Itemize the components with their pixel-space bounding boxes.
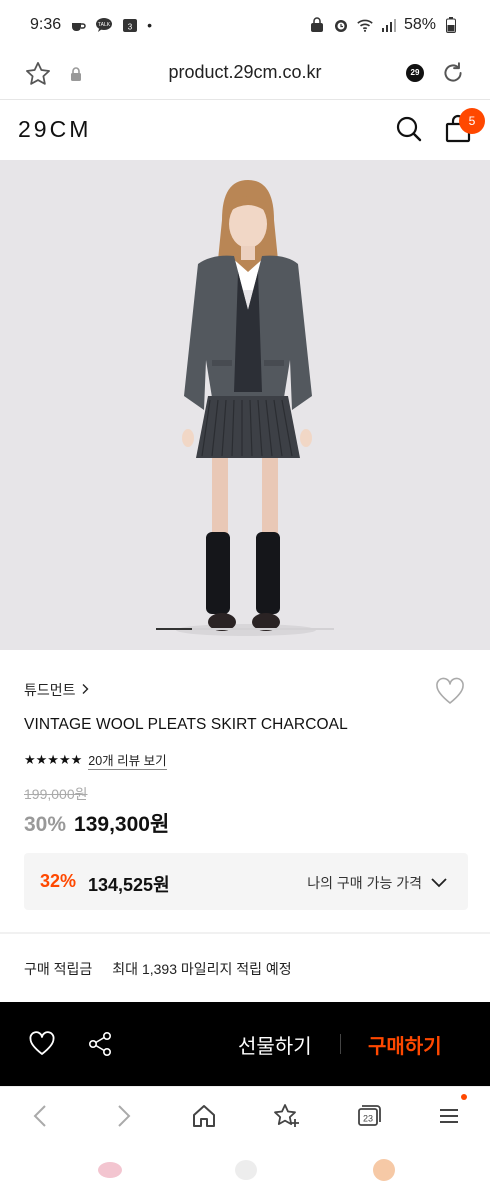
like-heart-icon[interactable] bbox=[434, 676, 466, 708]
svg-text:23: 23 bbox=[363, 1114, 373, 1124]
my-discount-rate: 32% bbox=[40, 871, 77, 891]
sale-price: 139,300원 bbox=[74, 813, 170, 836]
brand-name: 튜드먼트 bbox=[24, 682, 76, 698]
talk-icon: TALK bbox=[95, 16, 113, 34]
carousel-indicator-active bbox=[156, 628, 192, 630]
coffee-icon bbox=[69, 16, 87, 34]
discount-rate: 30% bbox=[24, 813, 67, 836]
chevron-right-icon bbox=[80, 682, 90, 698]
bookmarks-star-icon[interactable] bbox=[271, 1101, 301, 1131]
bottom-gesture-area bbox=[0, 1144, 490, 1200]
alarm-icon bbox=[332, 16, 350, 34]
wishlist-heart-icon[interactable] bbox=[28, 1030, 56, 1058]
clock: 9:36 bbox=[30, 16, 62, 33]
home-icon[interactable] bbox=[189, 1101, 219, 1131]
product-image-carousel[interactable] bbox=[0, 160, 490, 650]
my-price-dropdown[interactable]: 32% 134,525원 나의 구매 가능 가격 bbox=[24, 853, 468, 910]
site-header: 29CM bbox=[0, 100, 490, 158]
rating-row: ★★★★★ 20개 리뷰 보기 bbox=[24, 750, 167, 770]
menu-notification-dot bbox=[461, 1094, 467, 1100]
calendar-icon: 3 bbox=[121, 16, 139, 34]
wifi-icon bbox=[356, 16, 374, 34]
review-link[interactable]: 20개 리뷰 보기 bbox=[88, 750, 167, 770]
tab-site-icon[interactable]: 29 bbox=[406, 64, 424, 82]
menu-icon[interactable] bbox=[434, 1101, 464, 1131]
price-row: 30% 139,300원 bbox=[24, 808, 169, 838]
rating-stars: ★★★★★ bbox=[24, 752, 83, 767]
purchase-bar: 선물하기 구매하기 bbox=[0, 1002, 490, 1086]
site-logo[interactable]: 29CM bbox=[18, 116, 91, 143]
more-notifications-dot: • bbox=[147, 17, 153, 33]
battery-percent: 58% bbox=[403, 16, 436, 33]
gift-button[interactable]: 선물하기 bbox=[238, 1030, 312, 1059]
points-value: 최대 1,393 마일리지 적립 예정 bbox=[112, 961, 292, 977]
buy-button[interactable]: 구매하기 bbox=[368, 1030, 442, 1059]
character-decorations bbox=[98, 1159, 395, 1181]
product-photo bbox=[0, 160, 490, 650]
section-divider bbox=[0, 932, 490, 934]
status-bar: 9:36 TALK 3 • 58% bbox=[0, 0, 490, 50]
points-row: 구매 적립금 최대 1,393 마일리지 적립 예정 bbox=[24, 959, 292, 979]
tabs-icon[interactable]: 23 bbox=[353, 1101, 383, 1131]
signal-icon bbox=[380, 16, 398, 34]
battery-icon bbox=[442, 16, 460, 34]
svg-text:3: 3 bbox=[128, 23, 133, 32]
reload-icon[interactable] bbox=[440, 60, 466, 86]
svg-text:TALK: TALK bbox=[98, 22, 111, 28]
share-icon[interactable] bbox=[86, 1030, 114, 1058]
my-price-value: 134,525원 bbox=[88, 875, 170, 895]
button-separator bbox=[340, 1034, 341, 1054]
browser-address-bar: product.29cm.co.kr 29 bbox=[0, 50, 490, 100]
product-title: VINTAGE WOOL PLEATS SKIRT CHARCOAL bbox=[24, 716, 348, 733]
browser-toolbar: 23 bbox=[0, 1086, 490, 1144]
back-icon[interactable] bbox=[26, 1101, 56, 1131]
carousel-indicator bbox=[156, 628, 334, 630]
brand-link[interactable]: 튜드먼트 bbox=[24, 680, 90, 700]
my-price-label: 나의 구매 가능 가격 bbox=[307, 875, 422, 891]
chevron-down-icon bbox=[428, 871, 450, 893]
points-label: 구매 적립금 bbox=[24, 961, 93, 977]
search-icon[interactable] bbox=[394, 114, 424, 144]
lock-alarm-icon bbox=[308, 16, 326, 34]
cart-count-badge: 5 bbox=[459, 108, 485, 134]
forward-icon[interactable] bbox=[108, 1101, 138, 1131]
original-price: 199,000원 bbox=[24, 786, 88, 802]
